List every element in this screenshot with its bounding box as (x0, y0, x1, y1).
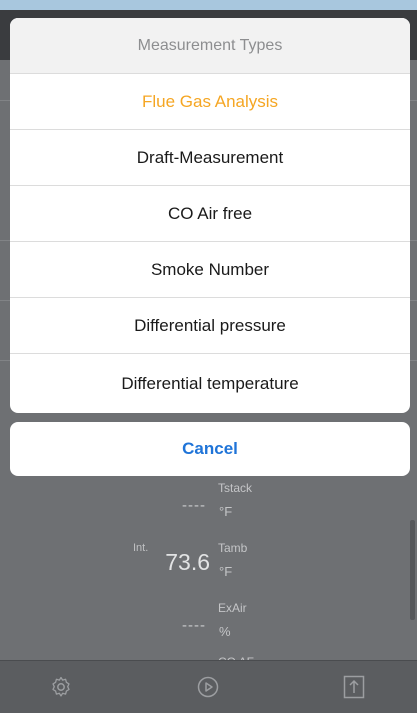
reading-unit: °F (219, 504, 233, 519)
reading-name: Tamb (218, 541, 248, 555)
option-flue-gas-analysis[interactable]: Flue Gas Analysis (10, 73, 410, 130)
reading-name: Tstack (218, 481, 253, 495)
cancel-button[interactable]: Cancel (10, 422, 410, 476)
sheet-title: Measurement Types (10, 18, 410, 73)
reading-row: ---- Tstack °F (0, 475, 417, 535)
bottom-toolbar (0, 660, 417, 713)
play-icon[interactable] (194, 673, 222, 701)
reading-row: Int. 73.6 Tamb °F (0, 535, 417, 595)
measurement-types-sheet: Measurement Types Flue Gas Analysis Draf… (10, 18, 410, 413)
option-smoke-number[interactable]: Smoke Number (10, 241, 410, 298)
option-draft-measurement[interactable]: Draft-Measurement (10, 129, 410, 186)
option-differential-temperature[interactable]: Differential temperature (10, 353, 410, 413)
export-icon[interactable] (340, 673, 368, 701)
reading-value: ---- (182, 497, 206, 514)
reading-value: 73.6 (165, 549, 210, 575)
reading-unit: % (219, 624, 231, 639)
reading-value: ---- (182, 617, 206, 634)
scroll-handle[interactable] (410, 520, 415, 620)
reading-row: ---- ExAir % (0, 595, 417, 655)
status-bar (0, 0, 417, 10)
option-co-air-free[interactable]: CO Air free (10, 185, 410, 242)
gear-icon[interactable] (47, 673, 75, 701)
reading-unit: °F (219, 564, 233, 579)
option-differential-pressure[interactable]: Differential pressure (10, 297, 410, 354)
reading-name: ExAir (218, 601, 247, 615)
